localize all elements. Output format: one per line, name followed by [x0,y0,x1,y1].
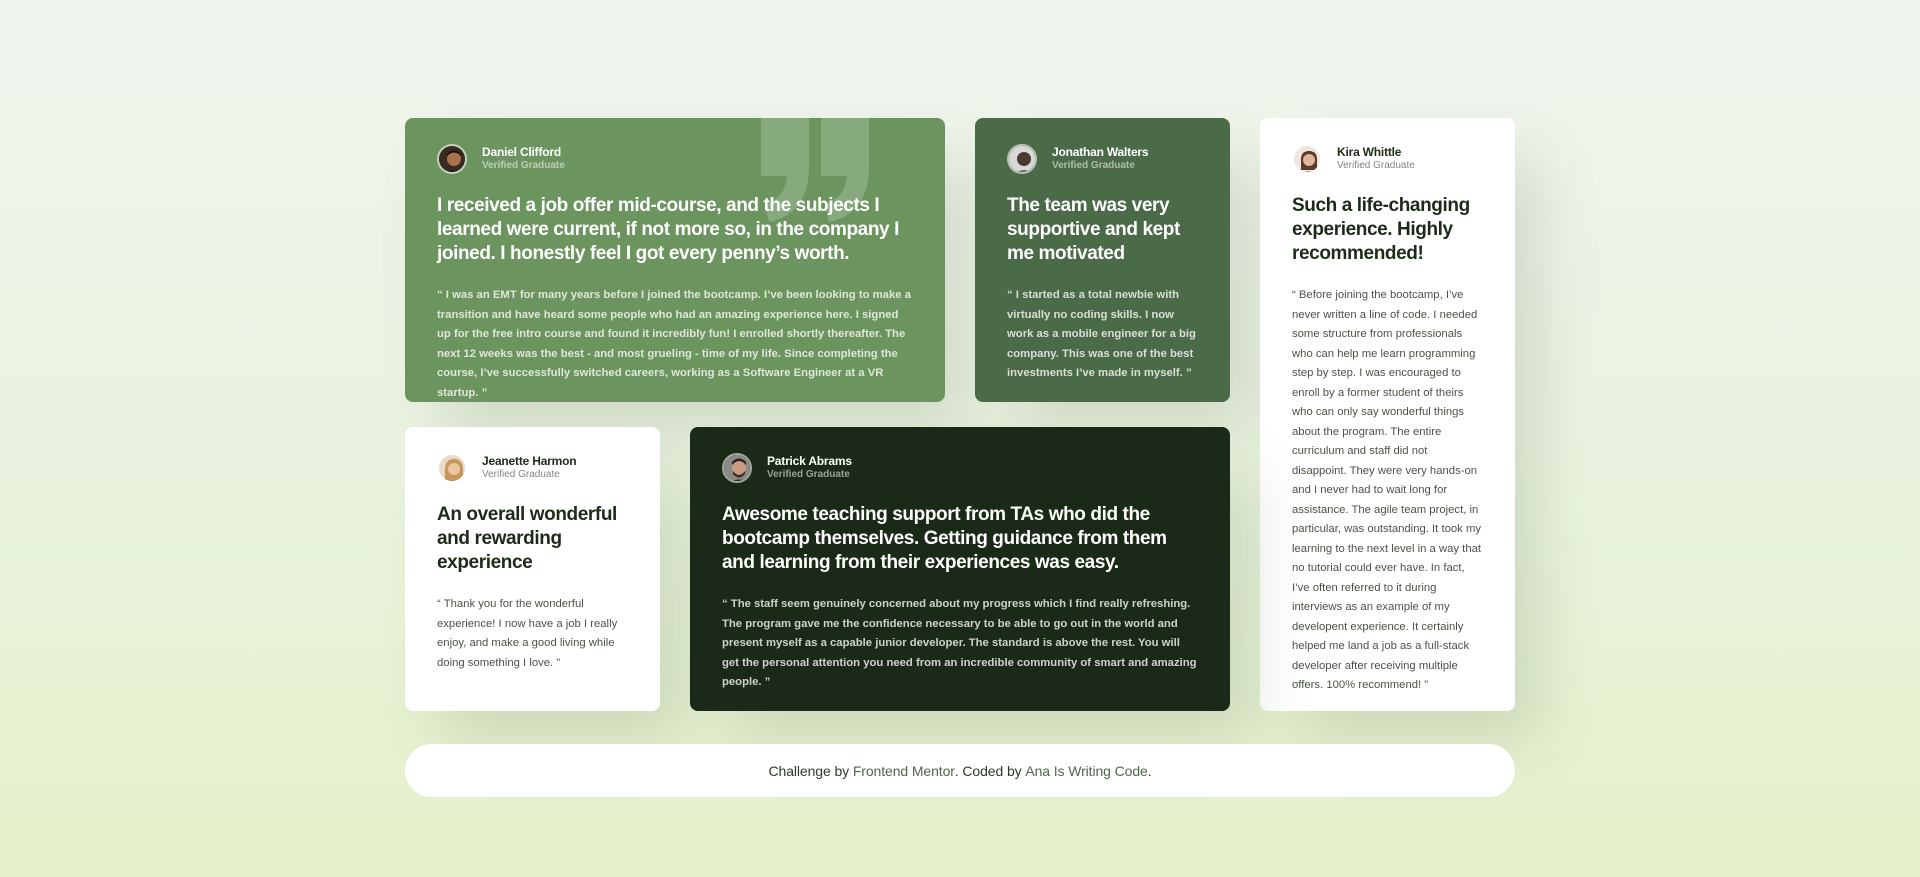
testimonial-card-patrick: Patrick Abrams Verified Graduate Awesome… [690,427,1230,711]
testimonials-grid: Daniel Clifford Verified Graduate I rece… [405,118,1515,711]
testimonial-body: “ I started as a total newbie with virtu… [1007,289,1196,379]
person-info: Jonathan Walters Verified Graduate [1007,144,1198,174]
person-role: Verified Graduate [482,469,560,480]
person-role: Verified Graduate [1052,160,1135,171]
avatar [437,453,467,483]
person-role: Verified Graduate [1337,160,1415,171]
frontend-mentor-link[interactable]: Frontend Mentor [853,763,955,779]
testimonial-card-jonathan: Jonathan Walters Verified Graduate The t… [975,118,1230,402]
person-name: Jonathan Walters [1052,145,1149,159]
attribution-prefix: Challenge by [768,762,850,779]
person-name: Kira Whittle [1337,145,1402,159]
testimonial-card-jeanette: Jeanette Harmon Verified Graduate An ove… [405,427,660,711]
person-role: Verified Graduate [767,469,850,480]
person-info: Jeanette Harmon Verified Graduate [437,453,628,483]
testimonial-headline: The team was very supportive and kept me… [1007,195,1180,264]
author-link[interactable]: Ana Is Writing Code [1025,763,1147,779]
attribution-footer: Challenge by Frontend Mentor. Coded by A… [405,744,1515,797]
testimonial-card-daniel: Daniel Clifford Verified Graduate I rece… [405,118,945,402]
person-name: Jeanette Harmon [482,454,577,468]
person-role: Verified Graduate [482,160,565,171]
testimonial-card-kira: Kira Whittle Verified Graduate Such a li… [1260,118,1515,711]
person-info: Patrick Abrams Verified Graduate [722,453,1198,483]
person-info: Kira Whittle Verified Graduate [1292,144,1483,174]
testimonial-headline: Awesome teaching support from TAs who di… [722,504,1167,573]
testimonial-headline: An overall wonderful and rewarding exper… [437,504,617,573]
person-name: Daniel Clifford [482,145,562,159]
attribution-middle: . Coded by [954,762,1022,779]
person-name: Patrick Abrams [767,454,852,468]
testimonial-headline: I received a job offer mid-course, and t… [437,195,899,264]
attribution-suffix: . [1147,762,1152,779]
avatar [1292,144,1322,174]
testimonial-body: “ I was an EMT for many years before I j… [437,289,911,399]
person-info: Daniel Clifford Verified Graduate [437,144,913,174]
avatar [437,144,467,174]
testimonial-body: “ Thank you for the wonderful experience… [437,598,618,669]
testimonial-body: “ Before joining the bootcamp, I’ve neve… [1292,289,1482,691]
avatar [722,453,752,483]
testimonial-body: “ The staff seem genuinely concerned abo… [722,598,1197,688]
avatar [1007,144,1037,174]
testimonial-headline: Such a life-changing experience. Highly … [1292,195,1470,264]
